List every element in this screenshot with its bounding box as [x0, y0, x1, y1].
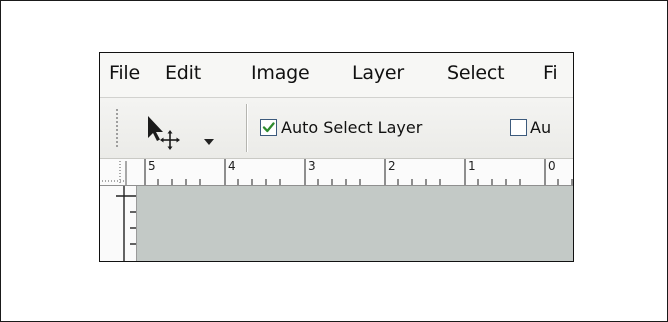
checkmark-icon: [262, 122, 275, 133]
ruler-label-5: 5: [148, 159, 156, 173]
menu-bar: File Edit Image Layer Select Fi: [100, 53, 573, 98]
vertical-ruler: [100, 186, 137, 261]
ruler-label-1: 1: [468, 159, 476, 173]
ruler-label-0: 0: [548, 159, 556, 173]
toolbar-grip-handle[interactable]: [116, 108, 118, 148]
ruler-label-4: 4: [228, 159, 236, 173]
menu-filter[interactable]: Fi: [543, 62, 558, 84]
document-canvas[interactable]: [137, 186, 573, 261]
menu-select[interactable]: Select: [447, 62, 505, 84]
menu-layer[interactable]: Layer: [352, 62, 404, 84]
auto-select-groups-label: Au: [530, 118, 552, 137]
tool-options-bar: Auto Select Layer Au: [100, 98, 573, 159]
move-tool-icon[interactable]: [144, 114, 190, 154]
ruler-label-3: 3: [308, 159, 316, 173]
menu-edit[interactable]: Edit: [165, 62, 201, 84]
auto-select-layer-label: Auto Select Layer: [281, 118, 423, 137]
vertical-ruler-ticks: [116, 186, 136, 261]
menu-image[interactable]: Image: [251, 62, 310, 84]
ruler-label-2: 2: [388, 159, 396, 173]
auto-select-groups-checkbox[interactable]: [510, 119, 527, 136]
toolbar-separator: [246, 104, 247, 152]
menu-file[interactable]: File: [109, 62, 140, 84]
photoshop-window-crop: File Edit Image Layer Select Fi Auto Sel…: [99, 52, 574, 262]
ruler-ticks: [102, 159, 573, 185]
chevron-down-icon[interactable]: [204, 130, 214, 149]
auto-select-layer-checkbox[interactable]: [260, 119, 277, 136]
horizontal-ruler: 5 4 3 2 1 0: [100, 159, 573, 186]
